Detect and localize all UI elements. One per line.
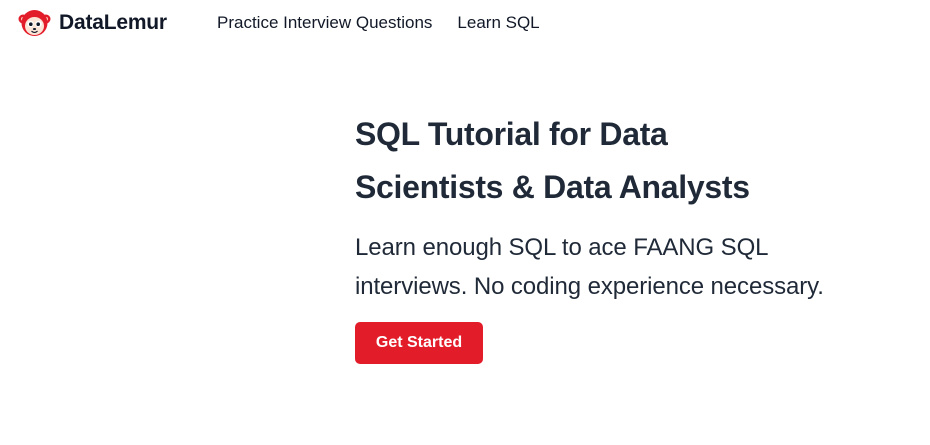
nav-link-practice-interview-questions[interactable]: Practice Interview Questions xyxy=(217,13,432,33)
hero-subtitle: Learn enough SQL to ace FAANG SQL interv… xyxy=(355,228,915,306)
hero-title: SQL Tutorial for Data Scientists & Data … xyxy=(355,108,915,214)
hero-title-line-2: Scientists & Data Analysts xyxy=(355,169,750,205)
brand-name: DataLemur xyxy=(59,11,167,34)
hero-subtitle-line-2: interviews. No coding experience necessa… xyxy=(355,273,824,300)
nav-links: Practice Interview Questions Learn SQL xyxy=(217,13,565,33)
get-started-button[interactable]: Get Started xyxy=(355,322,483,364)
brand-home-link[interactable]: DataLemur xyxy=(18,7,167,39)
hero-subtitle-line-1: Learn enough SQL to ace FAANG SQL xyxy=(355,234,769,261)
hero-title-line-1: SQL Tutorial for Data xyxy=(355,116,668,152)
nav-link-learn-sql[interactable]: Learn SQL xyxy=(457,13,539,33)
hero-section: SQL Tutorial for Data Scientists & Data … xyxy=(355,108,915,306)
top-navbar: DataLemur Practice Interview Questions L… xyxy=(0,0,930,46)
lemur-logo-icon xyxy=(18,10,51,36)
